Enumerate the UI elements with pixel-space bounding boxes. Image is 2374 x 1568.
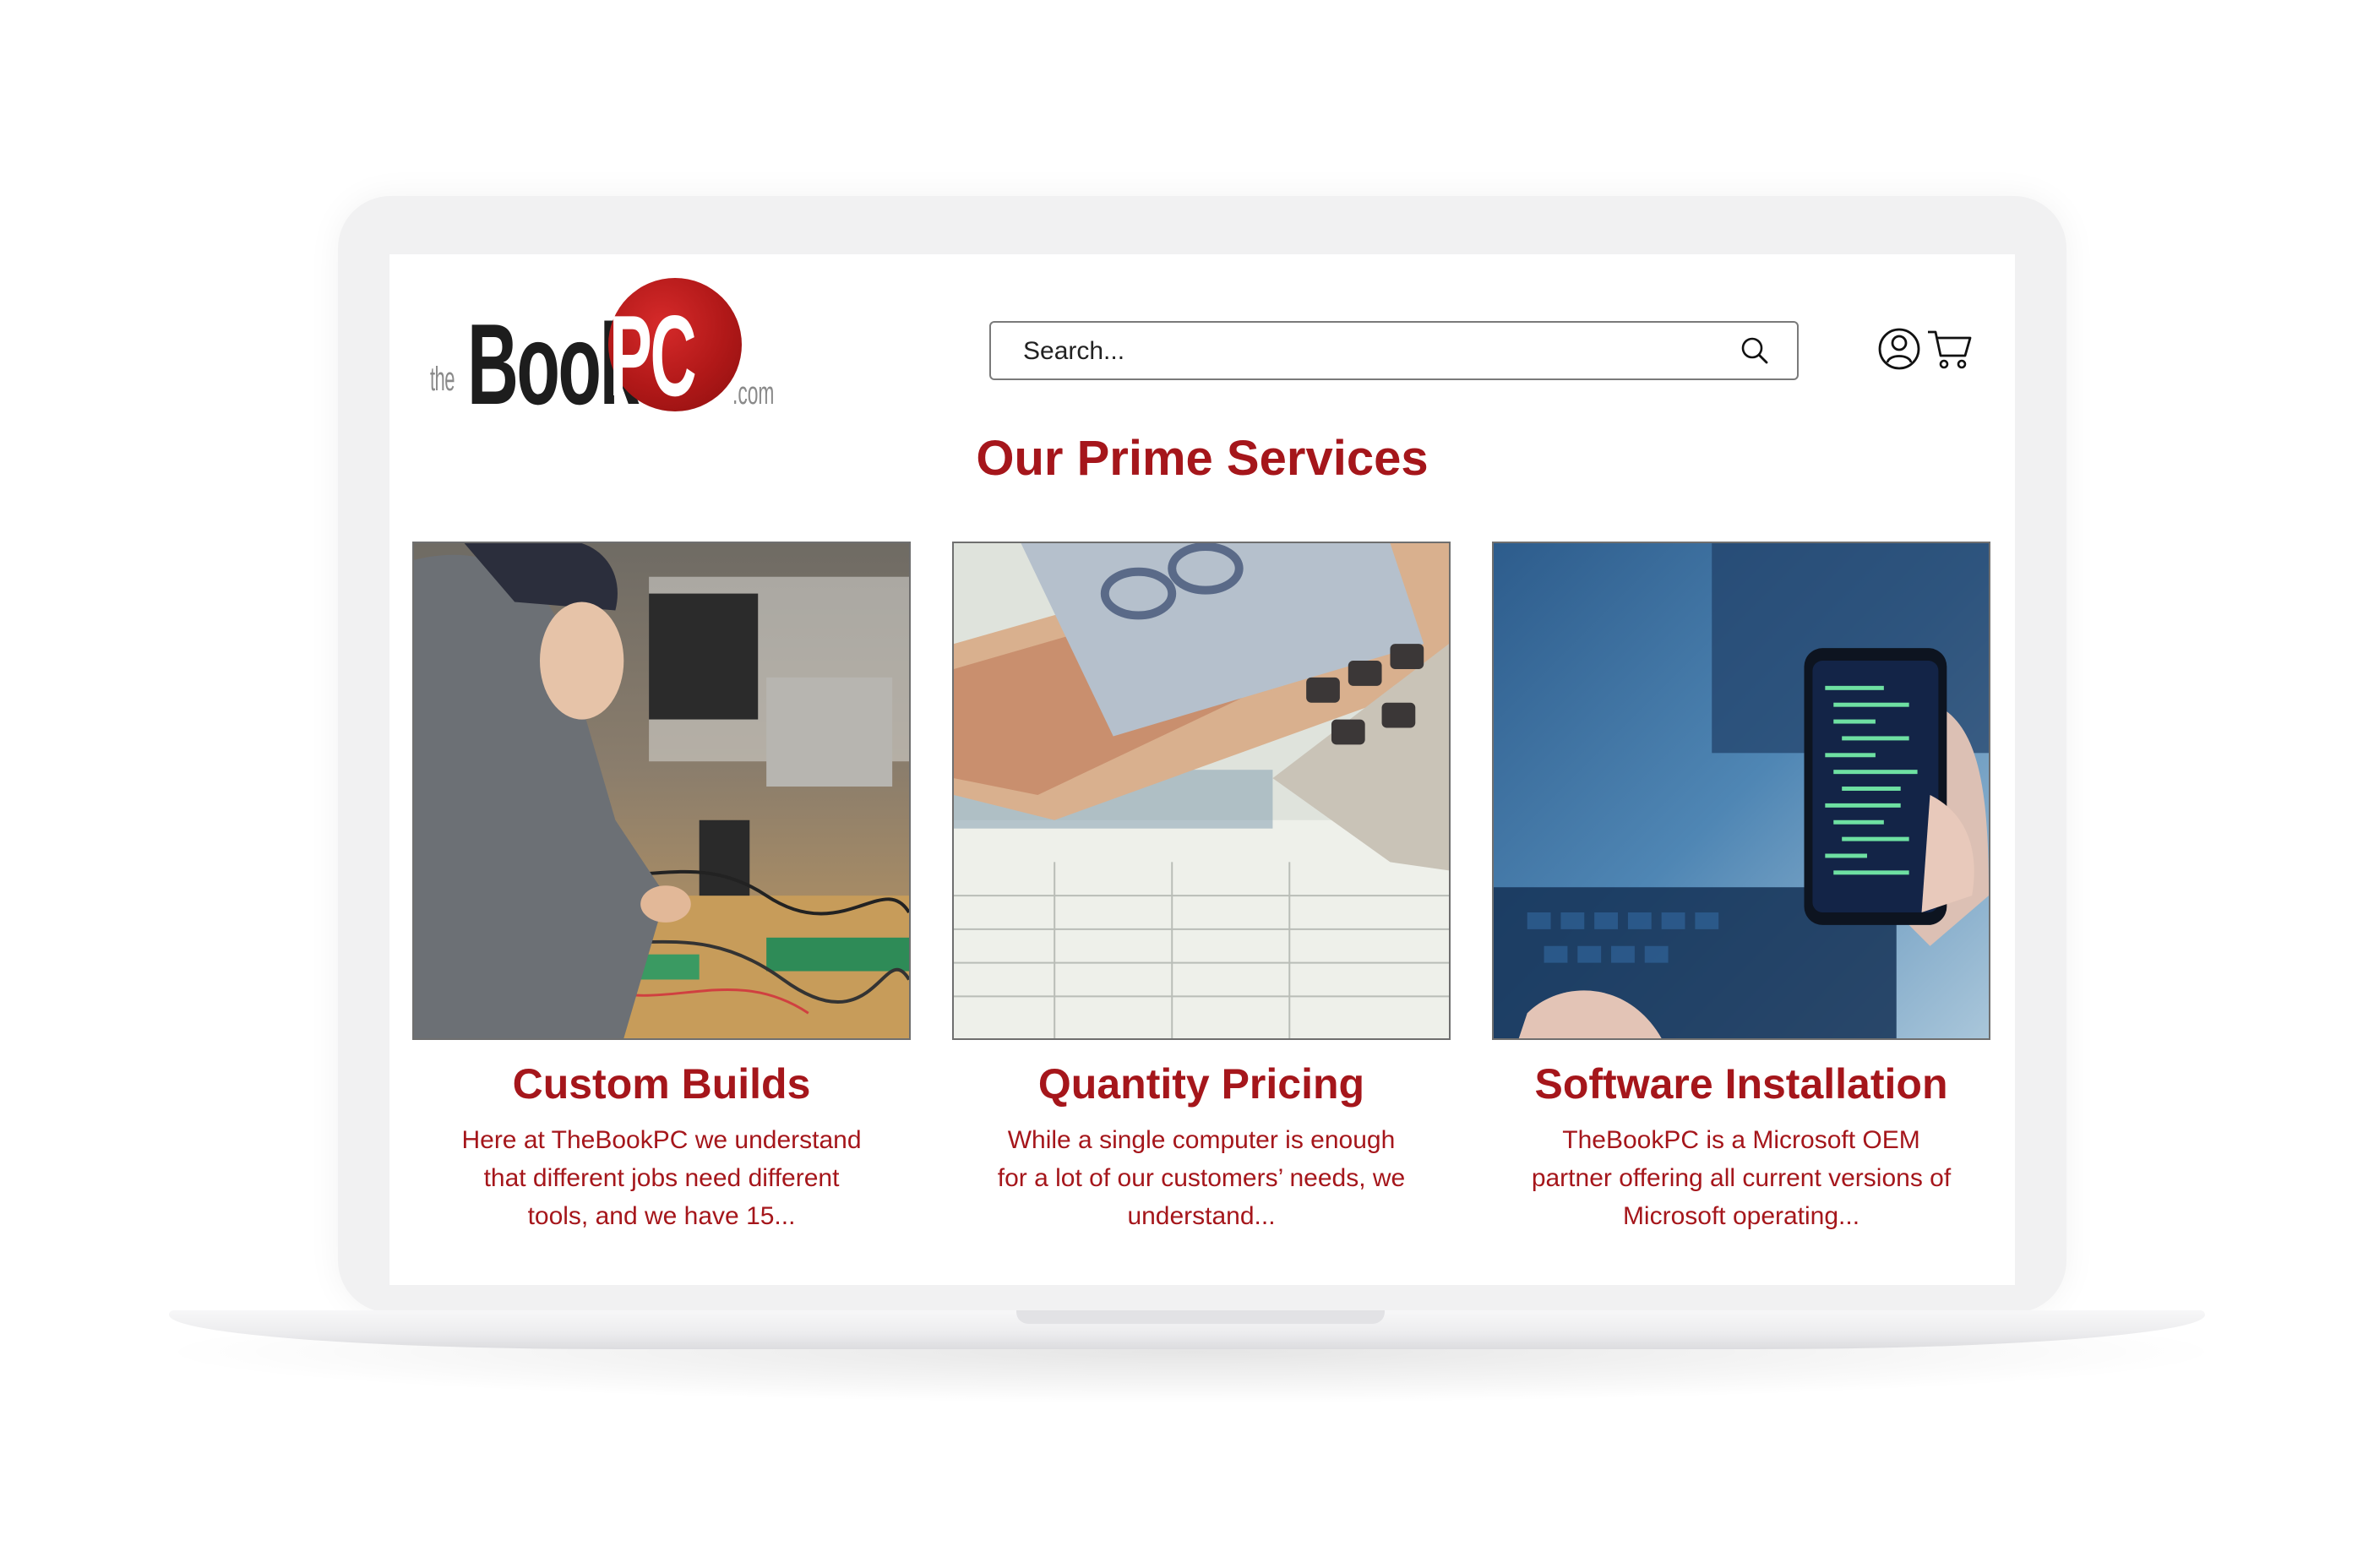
service-card-software-installation[interactable]: Software Installation TheBookPC is a Mic… [1492,542,1990,1235]
software-installation-image[interactable] [1492,542,1990,1040]
laptop-notch [1016,1310,1385,1324]
software-installation-description: TheBookPC is a Microsoft OEM partner off… [1531,1126,1952,1230]
search-icon[interactable] [1740,335,1770,366]
logo-pc: PC [609,291,697,420]
cart-icon[interactable] [1926,327,1974,371]
service-card-custom-builds[interactable]: Custom Builds Here at TheBookPC we under… [412,542,911,1235]
mockup-stage: the Book PC .com Our Prime Services [0,0,2374,1568]
logo-the: the [430,361,455,398]
custom-builds-title[interactable]: Custom Builds [412,1059,911,1109]
website-screen: the Book PC .com Our Prime Services [389,254,2015,1285]
logo-dotcom: .com [732,376,775,411]
user-icon[interactable] [1877,327,1921,371]
software-installation-title[interactable]: Software Installation [1492,1059,1990,1109]
site-logo[interactable]: the Book PC .com [428,276,783,428]
quantity-pricing-description: While a single computer is enough for a … [997,1126,1406,1230]
quantity-pricing-title[interactable]: Quantity Pricing [952,1059,1451,1109]
search-bar[interactable] [989,321,1799,380]
search-input[interactable] [1021,323,1718,380]
quantity-pricing-image[interactable] [952,542,1451,1040]
custom-builds-description: Here at TheBookPC we understand that dif… [461,1126,862,1230]
service-card-quantity-pricing[interactable]: Quantity Pricing While a single computer… [952,542,1451,1235]
custom-builds-image[interactable] [412,542,911,1040]
section-title: Our Prime Services [976,431,1429,486]
